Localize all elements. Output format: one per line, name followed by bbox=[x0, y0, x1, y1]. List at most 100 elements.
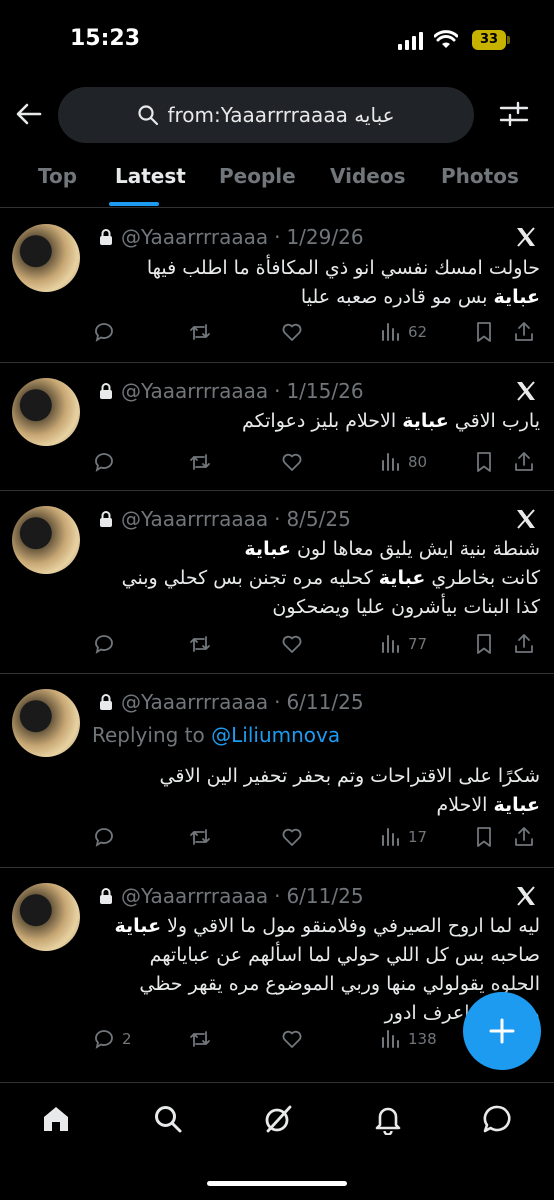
reply-button[interactable] bbox=[92, 317, 116, 347]
highlighted-keyword: عباية bbox=[402, 410, 449, 432]
views-button[interactable]: 77 bbox=[378, 629, 427, 659]
avatar[interactable] bbox=[12, 224, 80, 292]
like-button[interactable] bbox=[280, 629, 304, 659]
tweet-actions: 77 bbox=[92, 629, 540, 659]
tweet-handle[interactable]: @Yaaarrrraaaa bbox=[121, 507, 268, 531]
tab-videos[interactable]: Videos bbox=[330, 164, 406, 188]
reply-button[interactable] bbox=[92, 822, 116, 852]
bookmark-icon bbox=[477, 827, 491, 847]
share-button[interactable] bbox=[512, 822, 536, 852]
tab-top[interactable]: Top bbox=[38, 164, 77, 188]
views-button[interactable]: 138 bbox=[378, 1024, 437, 1054]
separator-dot: · bbox=[274, 379, 281, 403]
text-segment: الاحلام bbox=[436, 794, 494, 816]
reply-icon bbox=[95, 1030, 113, 1049]
tweet-actions: 62 bbox=[92, 317, 540, 347]
views-button[interactable]: 62 bbox=[378, 317, 427, 347]
text-segment: بس مو قادره صعبه عليا bbox=[300, 286, 494, 308]
arrow-left-icon[interactable] bbox=[14, 99, 44, 129]
tab-people[interactable]: People bbox=[219, 164, 296, 188]
avatar[interactable] bbox=[12, 378, 80, 446]
status-time: 15:23 bbox=[70, 26, 141, 51]
wifi-icon bbox=[434, 30, 458, 48]
reply-button[interactable] bbox=[92, 447, 116, 477]
grok-icon[interactable] bbox=[262, 1103, 294, 1135]
tweet-date[interactable]: 1/29/26 bbox=[286, 225, 363, 249]
sliders-icon[interactable] bbox=[498, 98, 530, 130]
tweet-date[interactable]: 1/15/26 bbox=[286, 379, 363, 403]
heart-icon bbox=[282, 635, 302, 653]
tweet[interactable]: @Yaaarrrraaaa · 8/5/25 شنطة بنية ايش يليق … bbox=[0, 491, 554, 674]
retweet-button[interactable] bbox=[188, 629, 212, 659]
bookmark-button[interactable] bbox=[472, 317, 496, 347]
avatar[interactable] bbox=[12, 689, 80, 757]
views-count: 17 bbox=[408, 828, 428, 846]
tweet-line: كذا البنات بيأشرون عليا ويضحكون bbox=[92, 593, 540, 622]
share-button[interactable] bbox=[512, 317, 536, 347]
tweet-actions: 80 bbox=[92, 447, 540, 477]
views-button[interactable]: 80 bbox=[378, 447, 427, 477]
tweet-header: @Yaaarrrraaaa · 6/11/25 bbox=[97, 690, 364, 714]
text-segment: الحلوه يقولولي منها وربي الموضوع مره يقه… bbox=[139, 973, 540, 995]
tweet-handle[interactable]: @Yaaarrrraaaa bbox=[121, 379, 268, 403]
text-segment: صاحبه بس كل اللي حولي لما اسألهم عن عباي… bbox=[149, 944, 540, 966]
x-logo-icon bbox=[517, 509, 535, 529]
share-button[interactable] bbox=[512, 629, 536, 659]
tweet-date[interactable]: 6/11/25 bbox=[286, 690, 363, 714]
tweet[interactable]: @Yaaarrrraaaa · 6/11/25 Replying to @Liliu… bbox=[0, 674, 554, 868]
tab-photos[interactable]: Photos bbox=[441, 164, 519, 188]
tweet[interactable]: @Yaaarrrraaaa · 1/29/26 حاولت امسك نفسي ان… bbox=[0, 209, 554, 363]
home-indicator bbox=[207, 1181, 347, 1186]
notifications-icon[interactable] bbox=[372, 1103, 404, 1135]
share-button[interactable] bbox=[512, 447, 536, 477]
tweet-handle[interactable]: @Yaaarrrraaaa bbox=[121, 690, 268, 714]
replying-to: Replying to @Liliumnova bbox=[92, 723, 340, 747]
retweet-button[interactable] bbox=[188, 317, 212, 347]
retweet-button[interactable] bbox=[188, 1024, 212, 1054]
bookmark-button[interactable] bbox=[472, 629, 496, 659]
text-segment: حاولت امسك نفسي انو ذي المكافأة ما اطلب … bbox=[146, 257, 540, 279]
views-icon bbox=[382, 828, 399, 846]
tweet-date[interactable]: 8/5/25 bbox=[286, 507, 350, 531]
retweet-button[interactable] bbox=[188, 447, 212, 477]
like-button[interactable] bbox=[280, 447, 304, 477]
battery-tip bbox=[507, 36, 510, 44]
replying-to-label: Replying to bbox=[92, 723, 205, 747]
compose-button[interactable] bbox=[463, 992, 541, 1070]
tweet-handle[interactable]: @Yaaarrrraaaa bbox=[121, 884, 268, 908]
retweet-button[interactable] bbox=[188, 822, 212, 852]
share-icon bbox=[515, 322, 533, 341]
tweet-line: عباية الاحلام bbox=[92, 791, 540, 820]
retweet-icon bbox=[190, 829, 210, 845]
bookmark-button[interactable] bbox=[472, 822, 496, 852]
reply-icon bbox=[95, 635, 113, 654]
like-button[interactable] bbox=[280, 1024, 304, 1054]
lock-icon bbox=[100, 383, 112, 399]
status-bar: 15:23 33 bbox=[0, 0, 554, 80]
tweet-line: شنطة بنية ايش يليق معاها لون عباية bbox=[92, 535, 540, 564]
like-button[interactable] bbox=[280, 317, 304, 347]
views-icon bbox=[382, 323, 399, 341]
reply-mention-link[interactable]: @Liliumnova bbox=[211, 723, 340, 747]
heart-icon bbox=[282, 453, 302, 471]
avatar[interactable] bbox=[12, 506, 80, 574]
tweet-header: @Yaaarrrraaaa · 6/11/25 bbox=[97, 884, 364, 908]
search-input[interactable]: from:Yaaarrrraaaa عبايه bbox=[58, 87, 474, 143]
replies-count: 2 bbox=[122, 1030, 132, 1048]
tab-latest[interactable]: Latest bbox=[115, 164, 186, 188]
tweet-handle[interactable]: @Yaaarrrraaaa bbox=[121, 225, 268, 249]
like-button[interactable] bbox=[280, 822, 304, 852]
tweet[interactable]: @Yaaarrrraaaa · 1/15/26 يارب الاقي عباية ا… bbox=[0, 363, 554, 491]
tweet-date[interactable]: 6/11/25 bbox=[286, 884, 363, 908]
home-icon[interactable] bbox=[40, 1103, 72, 1135]
avatar[interactable] bbox=[12, 883, 80, 951]
bookmark-button[interactable] bbox=[472, 447, 496, 477]
reply-button[interactable] bbox=[92, 629, 116, 659]
reply-button[interactable]: 2 bbox=[92, 1024, 132, 1054]
views-button[interactable]: 17 bbox=[378, 822, 427, 852]
highlighted-keyword: عباية bbox=[493, 286, 540, 308]
plus-icon bbox=[489, 1018, 515, 1044]
heart-icon bbox=[282, 323, 302, 341]
search-icon[interactable] bbox=[152, 1103, 184, 1135]
messages-icon[interactable] bbox=[482, 1103, 514, 1135]
